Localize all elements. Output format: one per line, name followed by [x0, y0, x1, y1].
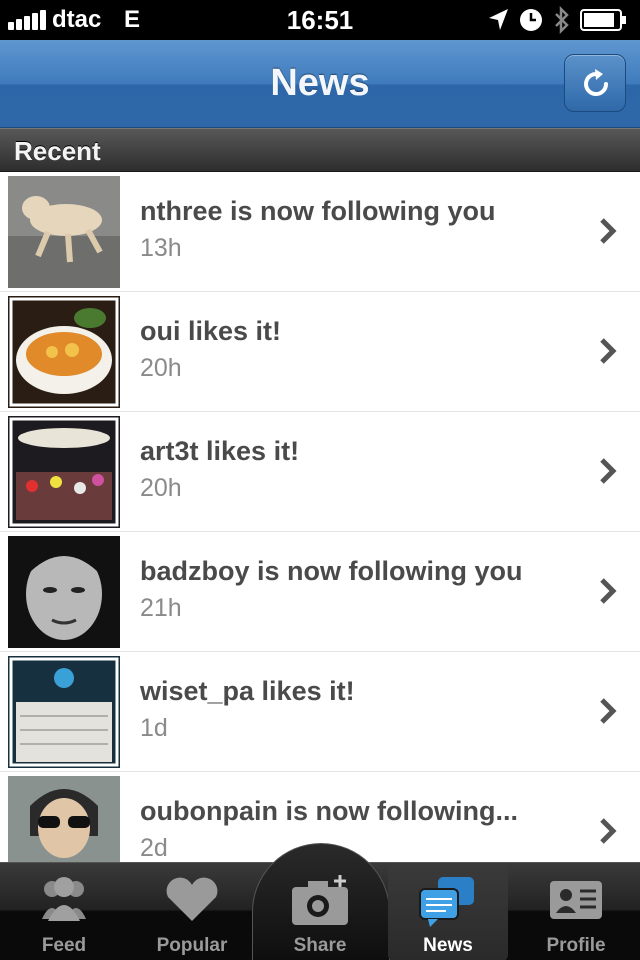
item-time: 20h	[140, 474, 182, 502]
selfie-photo	[8, 776, 120, 862]
location-arrow-icon	[489, 9, 508, 30]
item-title: badzboy is now following you	[140, 556, 523, 586]
status-bar: dtac E 16:51	[0, 0, 640, 40]
event-photo	[8, 656, 120, 768]
chevron-right-icon[interactable]	[598, 816, 618, 846]
list-item[interactable]: art3t likes it! 20h	[0, 412, 640, 532]
list-item[interactable]: oui likes it! 20h	[0, 292, 640, 412]
tab-label: Feed	[41, 935, 87, 956]
clock-icon	[520, 9, 542, 31]
food-photo	[8, 296, 120, 408]
chevron-right-icon[interactable]	[598, 696, 618, 726]
item-time: 2d	[140, 834, 168, 862]
list-item[interactable]: nthree is now following you 13h	[0, 172, 640, 292]
id-card-icon	[550, 881, 602, 919]
crowd-photo	[8, 416, 120, 528]
chevron-right-icon[interactable]	[598, 336, 618, 366]
tab-profile[interactable]: Profile	[512, 863, 640, 960]
portrait-photo	[8, 536, 120, 648]
item-title: oubonpain is now following...	[140, 796, 518, 826]
tab-feed[interactable]: Feed	[0, 863, 128, 960]
chevron-right-icon[interactable]	[598, 456, 618, 486]
news-list[interactable]: nthree is now following you 13h oui like…	[0, 172, 640, 862]
tab-label: Profile	[546, 935, 606, 956]
tab-label: News	[423, 935, 473, 956]
item-title: oui likes it!	[140, 316, 282, 346]
item-time: 1d	[140, 714, 168, 742]
tab-label: Popular	[156, 935, 228, 956]
item-title: art3t likes it!	[140, 436, 300, 466]
item-title: wiset_pa likes it!	[140, 676, 355, 706]
tab-popular[interactable]: Popular	[128, 863, 256, 960]
people-icon	[42, 877, 86, 921]
chevron-right-icon[interactable]	[598, 576, 618, 606]
item-time: 20h	[140, 354, 182, 382]
item-title: nthree is now following you	[140, 196, 496, 226]
list-item[interactable]: wiset_pa likes it! 1d	[0, 652, 640, 772]
heart-icon	[166, 877, 218, 921]
refresh-icon	[584, 69, 609, 97]
tab-news[interactable]: News	[388, 863, 508, 960]
dog-photo	[8, 176, 120, 288]
navigation-bar: News	[0, 40, 640, 128]
speech-bubbles-icon	[419, 877, 474, 927]
tab-label: Share	[293, 935, 347, 956]
refresh-button[interactable]	[564, 54, 626, 112]
item-time: 21h	[140, 594, 182, 622]
camera-icon	[292, 875, 348, 925]
status-icons	[482, 6, 632, 34]
list-item[interactable]: badzboy is now following you 21h	[0, 532, 640, 652]
tab-bar: Feed Popular Share News Profile	[0, 843, 640, 960]
chevron-right-icon[interactable]	[598, 216, 618, 246]
battery-icon	[580, 9, 626, 31]
section-header: Recent	[0, 128, 640, 172]
page-title: News	[270, 62, 370, 104]
tab-share[interactable]: Share	[256, 863, 384, 960]
item-time: 13h	[140, 234, 182, 262]
bluetooth-icon	[555, 6, 569, 34]
section-title: Recent	[14, 136, 101, 166]
